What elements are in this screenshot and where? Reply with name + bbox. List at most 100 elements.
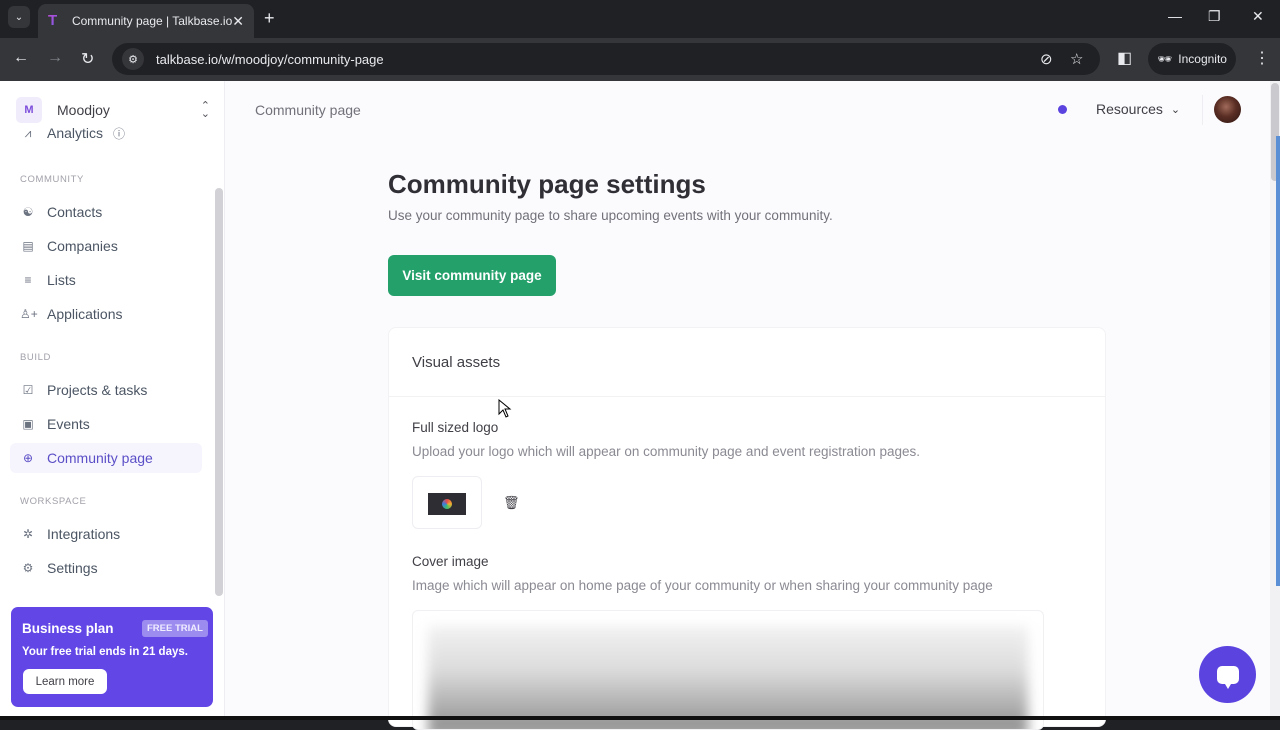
sidebar-scrollbar[interactable] xyxy=(215,188,223,596)
globe-icon: ⊕ xyxy=(22,451,34,465)
sidebar-item-applications[interactable]: ♙+ Applications xyxy=(10,299,202,329)
resources-label: Resources xyxy=(1096,101,1163,117)
star-icon[interactable]: ☆ xyxy=(1070,50,1083,68)
section-label-workspace: WORKSPACE xyxy=(20,496,87,507)
calendar-icon: ▣ xyxy=(22,417,34,431)
logo-upload[interactable] xyxy=(412,476,482,529)
checklist-icon: ☑ xyxy=(22,383,34,397)
sidebar-item-label: Analytics xyxy=(47,125,104,141)
sidebar-item-label: Events xyxy=(47,416,90,432)
sidebar-item-label: Companies xyxy=(47,238,118,254)
cover-image-upload[interactable] xyxy=(412,610,1044,730)
workspace-switcher[interactable]: M Moodjoy ⌃ ⌄ xyxy=(16,96,216,124)
card-header: Visual assets xyxy=(389,328,1105,397)
learn-more-button[interactable]: Learn more xyxy=(23,669,107,694)
window-close-icon[interactable]: ✕ xyxy=(1252,8,1264,25)
sidebar-item-settings[interactable]: ⚙ Settings xyxy=(10,553,202,583)
sidebar-item-projects-tasks[interactable]: ☑ Projects & tasks xyxy=(10,375,202,405)
section-label-build: BUILD xyxy=(20,352,51,363)
sidebar-item-community-page[interactable]: ⊕ Community page xyxy=(10,443,202,473)
free-trial-badge: FREE TRIAL xyxy=(142,620,208,637)
chart-icon: ⩘ xyxy=(24,125,32,140)
chevron-up-down-icon: ⌃ ⌄ xyxy=(200,100,210,120)
sidebar-item-label: Contacts xyxy=(47,204,103,220)
sidebar-item-integrations[interactable]: ✲ Integrations xyxy=(10,519,202,549)
sidebar-item-analytics[interactable]: ⩘ Analytics ⓘ xyxy=(10,124,202,148)
building-icon: ▤ xyxy=(22,239,34,253)
back-icon[interactable]: ← xyxy=(13,49,29,67)
visit-community-page-button[interactable]: Visit community page xyxy=(388,255,556,296)
reload-icon[interactable]: ↻ xyxy=(81,49,94,69)
trash-icon[interactable]: 🗑 xyxy=(503,495,520,511)
plan-card: Business plan FREE TRIAL Your free trial… xyxy=(11,607,213,707)
page-header: Community page Resources ⌄ xyxy=(226,81,1270,138)
cover-label: Cover image xyxy=(412,554,489,569)
sidebar: M Moodjoy ⌃ ⌄ ⩘ Analytics ⓘ COMMUNITY ☯ C… xyxy=(0,81,225,720)
new-tab-icon[interactable]: + xyxy=(264,8,275,29)
screen-bottom-edge xyxy=(0,716,1280,720)
page-scrollbar[interactable] xyxy=(1270,81,1280,720)
forward-icon[interactable]: → xyxy=(47,49,63,67)
sidebar-item-label: Lists xyxy=(47,272,76,288)
close-tab-icon[interactable]: ✕ xyxy=(232,13,244,30)
restore-icon[interactable]: ❐ xyxy=(1208,8,1221,25)
sidebar-item-label: Settings xyxy=(47,560,98,576)
cover-image-preview xyxy=(428,626,1028,729)
side-panel-icon[interactable]: ◧ xyxy=(1117,48,1132,68)
incognito-label: Incognito xyxy=(1178,52,1227,66)
incognito-icon: 🕶 xyxy=(1157,52,1173,66)
site-info-icon[interactable]: ⚙ xyxy=(122,48,144,70)
card-title: Visual assets xyxy=(412,354,501,371)
address-bar[interactable]: ⚙ talkbase.io/w/moodjoy/community-page ⊘… xyxy=(112,43,1100,75)
list-icon: ≡ xyxy=(24,273,32,287)
tab-list-button[interactable]: ⌄ xyxy=(8,6,30,28)
status-dot-indicator xyxy=(1058,105,1067,114)
sidebar-item-label: Projects & tasks xyxy=(47,382,148,398)
mouse-cursor-icon xyxy=(498,399,512,418)
sidebar-item-label: Integrations xyxy=(47,526,121,542)
sidebar-item-lists[interactable]: ≡ Lists xyxy=(10,265,202,295)
resources-dropdown[interactable]: Resources ⌄ xyxy=(1096,101,1180,117)
breadcrumb: Community page xyxy=(255,102,361,118)
page-title: Community page settings xyxy=(388,169,706,199)
plan-description: Your free trial ends in 21 days. xyxy=(22,646,188,658)
section-label-community: COMMUNITY xyxy=(20,174,84,185)
logo-label: Full sized logo xyxy=(412,420,499,435)
sidebar-item-events[interactable]: ▣ Events xyxy=(10,409,202,439)
sidebar-item-contacts[interactable]: ☯ Contacts xyxy=(10,197,202,227)
chat-bubble-icon xyxy=(1216,665,1239,689)
sidebar-item-label: Applications xyxy=(47,306,123,322)
browser-toolbar: ← → ↻ ⚙ talkbase.io/w/moodjoy/community-… xyxy=(0,38,1280,81)
puzzle-icon: ✲ xyxy=(22,527,34,541)
cover-description: Image which will appear on home page of … xyxy=(412,578,993,593)
info-icon[interactable]: ⓘ xyxy=(111,125,127,142)
sidebar-item-label: Community page xyxy=(47,450,153,466)
scroll-indicator-line xyxy=(1276,136,1280,586)
sidebar-nav: ⩘ Analytics ⓘ COMMUNITY ☯ Contacts ▤ Com… xyxy=(0,124,225,602)
talkbase-favicon-icon: T xyxy=(48,13,64,29)
user-avatar[interactable] xyxy=(1214,96,1241,123)
app-viewport: M Moodjoy ⌃ ⌄ ⩘ Analytics ⓘ COMMUNITY ☯ C… xyxy=(0,81,1280,730)
browser-menu-icon[interactable]: ⋮ xyxy=(1254,48,1270,68)
users-icon: ☯ xyxy=(22,205,34,219)
incognito-indicator[interactable]: 🕶 Incognito xyxy=(1148,43,1236,75)
visual-assets-card: Visual assets Full sized logo Upload you… xyxy=(388,327,1106,730)
eye-off-icon[interactable]: ⊘ xyxy=(1040,50,1053,68)
tab-title: Community page | Talkbase.io xyxy=(71,14,233,28)
page-subtitle: Use your community page to share upcomin… xyxy=(388,208,833,223)
chat-support-button[interactable] xyxy=(1199,646,1256,703)
gear-icon: ⚙ xyxy=(22,561,34,575)
browser-tab-bar: ⌄ T Community page | Talkbase.io ✕ + — ❐… xyxy=(0,0,1280,38)
logo-preview-image xyxy=(428,493,466,515)
logo-description: Upload your logo which will appear on co… xyxy=(412,444,921,459)
chevron-down-icon: ⌄ xyxy=(14,11,24,23)
browser-tab[interactable]: T Community page | Talkbase.io ✕ xyxy=(38,4,254,38)
header-divider xyxy=(1202,95,1203,125)
sidebar-item-companies[interactable]: ▤ Companies xyxy=(10,231,202,261)
chevron-down-icon: ⌄ xyxy=(1170,103,1181,116)
workspace-name: Moodjoy xyxy=(57,102,110,118)
plan-title: Business plan xyxy=(22,621,114,636)
user-plus-icon: ♙+ xyxy=(20,307,38,321)
minimize-icon[interactable]: — xyxy=(1168,8,1182,24)
url-text[interactable]: talkbase.io/w/moodjoy/community-page xyxy=(156,52,384,67)
